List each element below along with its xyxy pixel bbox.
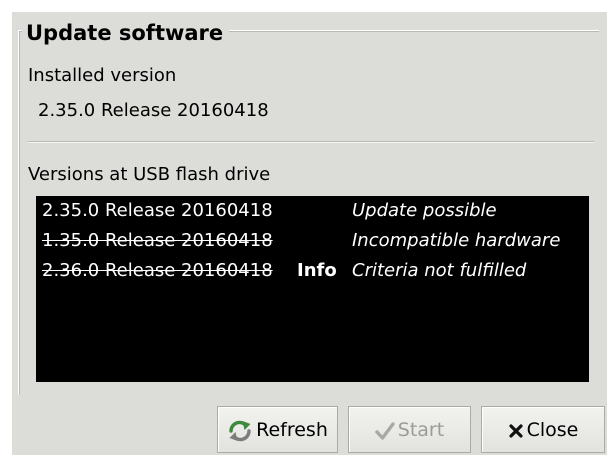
refresh-button-label: Refresh: [256, 419, 328, 441]
version-text: 2.35.0 Release 20160418: [42, 200, 273, 221]
version-text: 1.35.0 Release 20160418: [42, 230, 273, 251]
checkmark-icon: [375, 421, 395, 441]
usb-versions-label: Versions at USB flash drive: [28, 164, 271, 185]
start-button[interactable]: Start: [348, 406, 471, 453]
close-button-label: Close: [526, 419, 579, 441]
installed-version-value: 2.35.0 Release 20160418: [38, 100, 269, 121]
version-status: Incompatible hardware: [352, 230, 561, 251]
list-item[interactable]: 2.36.0 Release 20160418 Info Criteria no…: [36, 256, 589, 286]
list-item[interactable]: 2.35.0 Release 20160418 Update possible: [36, 196, 589, 226]
usb-versions-list[interactable]: 2.35.0 Release 20160418 Update possible …: [36, 196, 589, 382]
group-title: Update software: [22, 19, 230, 47]
close-icon: [508, 423, 524, 439]
version-status: Criteria not fulfilled: [352, 260, 527, 281]
refresh-button[interactable]: Refresh: [217, 406, 338, 453]
installed-version-label: Installed version: [28, 65, 177, 86]
update-software-dialog: Update software Installed version 2.35.0…: [0, 0, 607, 455]
version-text: 2.36.0 Release 20160418: [42, 260, 273, 281]
start-button-label: Start: [397, 419, 445, 441]
refresh-icon: [227, 419, 253, 443]
list-item[interactable]: 1.35.0 Release 20160418 Incompatible har…: [36, 226, 589, 256]
version-status: Update possible: [352, 200, 497, 221]
info-link[interactable]: Info: [297, 256, 337, 286]
close-button[interactable]: Close: [481, 406, 605, 453]
separator: [28, 141, 594, 143]
